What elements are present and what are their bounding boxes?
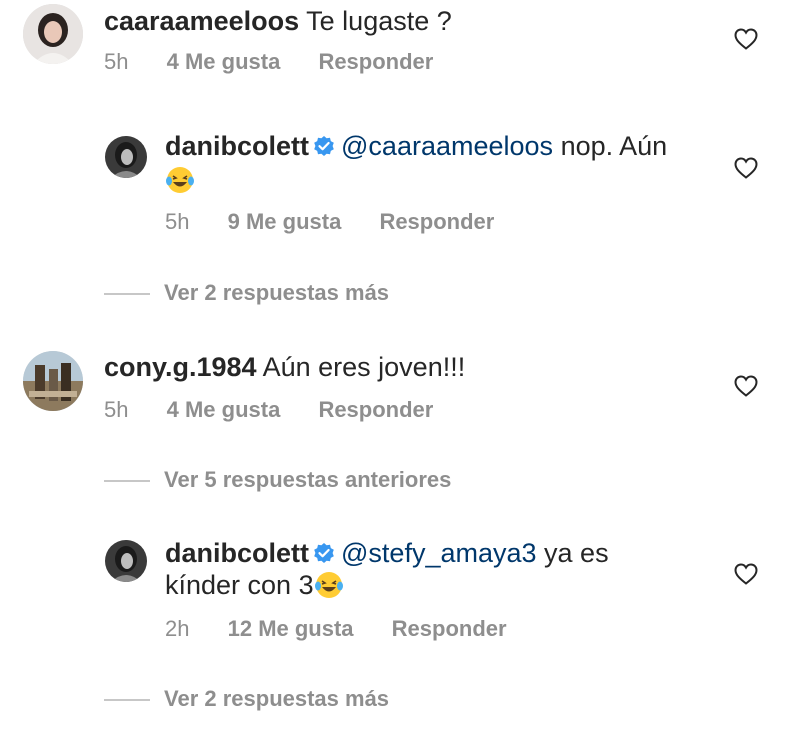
comment-text: danibcolett @caaraameeloos nop. Aún [165, 129, 667, 163]
view-more-label: Ver 2 respuestas más [164, 686, 390, 711]
comment-time: 2h [165, 616, 190, 641]
mention-link[interactable]: @caaraameeloos [341, 131, 553, 161]
comment-username[interactable]: cony.g.1984 [104, 352, 257, 382]
likes-count[interactable]: 12 Me gusta [228, 616, 354, 641]
verified-badge-icon [314, 136, 334, 156]
divider [104, 699, 150, 702]
comment-username[interactable]: danibcolett [165, 538, 309, 568]
heart-outline-icon[interactable] [734, 375, 758, 397]
likes-count[interactable]: 4 Me gusta [167, 397, 281, 422]
heart-outline-icon[interactable] [734, 157, 758, 179]
avatar-image [105, 136, 147, 178]
likes-count[interactable]: 4 Me gusta [167, 49, 281, 74]
view-more-replies[interactable]: Ver 2 respuestas más [104, 280, 389, 306]
comment-text: caaraameeloos Te lugaste ? [104, 4, 452, 38]
mention-link[interactable]: @stefy_amaya3 [341, 538, 537, 568]
avatar[interactable] [23, 351, 83, 411]
laughing-tears-emoji [166, 167, 194, 193]
comment-body: Aún eres joven!!! [262, 352, 466, 382]
comment-text: cony.g.1984 Aún eres joven!!! [104, 350, 465, 384]
reply-button[interactable]: Responder [392, 616, 507, 641]
avatar-image [105, 540, 147, 582]
verified-badge-icon [314, 543, 334, 563]
comment-meta: 2h 12 Me gusta Responder [165, 616, 539, 642]
heart-outline-icon[interactable] [734, 28, 758, 50]
view-more-replies[interactable]: Ver 2 respuestas más [104, 686, 389, 712]
comment-username[interactable]: caaraameeloos [104, 6, 299, 36]
comment-time: 5h [104, 49, 129, 74]
avatar[interactable] [105, 540, 147, 582]
reply-button[interactable]: Responder [318, 49, 433, 74]
heart-outline-icon[interactable] [734, 563, 758, 585]
view-previous-replies[interactable]: Ver 5 respuestas anteriores [104, 467, 451, 493]
reply-button[interactable]: Responder [318, 397, 433, 422]
avatar[interactable] [23, 4, 83, 64]
reply-button[interactable]: Responder [379, 209, 494, 234]
laughing-tears-emoji [314, 572, 343, 598]
comment-meta: 5h 4 Me gusta Responder [104, 397, 465, 423]
avatar-image [23, 351, 83, 411]
avatar-image [23, 4, 83, 64]
comment-body: nop. Aún [560, 131, 668, 161]
comment-meta: 5h 9 Me gusta Responder [165, 209, 526, 235]
comment-time: 5h [165, 209, 190, 234]
comment-body: ya es [544, 538, 609, 568]
comment-text: danibcolett @stefy_amaya3 ya es [165, 536, 609, 570]
comment-text-line2: kínder con 3 [165, 568, 344, 602]
avatar[interactable] [105, 136, 147, 178]
comment-body: Te lugaste ? [306, 6, 452, 36]
comment-username[interactable]: danibcolett [165, 131, 309, 161]
view-more-label: Ver 2 respuestas más [164, 280, 390, 305]
comment-text-line2 [165, 163, 195, 197]
likes-count[interactable]: 9 Me gusta [228, 209, 342, 234]
view-more-label: Ver 5 respuestas anteriores [164, 467, 452, 492]
comment-meta: 5h 4 Me gusta Responder [104, 49, 465, 75]
divider [104, 480, 150, 483]
comment-time: 5h [104, 397, 129, 422]
comment-body-line2: kínder con 3 [165, 570, 314, 600]
divider [104, 293, 150, 296]
